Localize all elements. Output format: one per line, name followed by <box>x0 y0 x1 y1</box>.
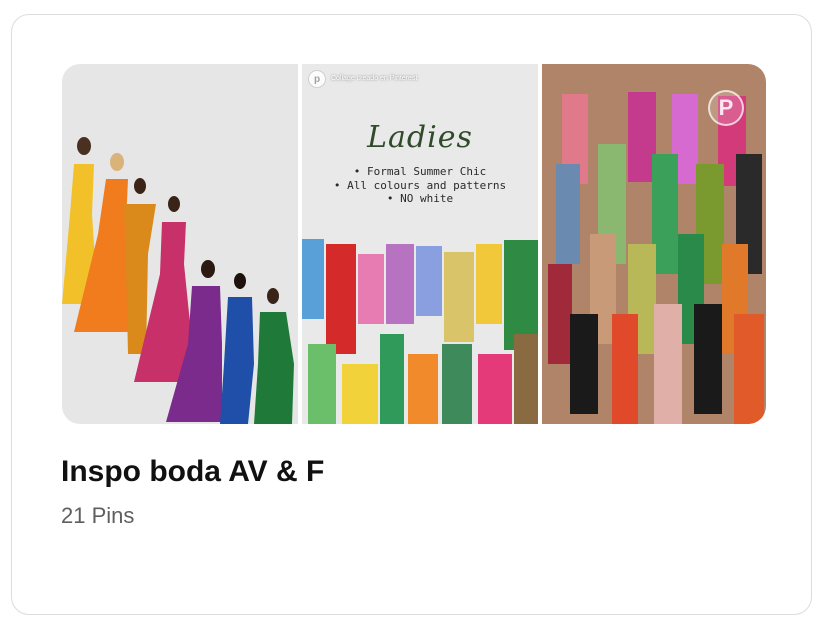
board-card[interactable]: p Collage creado en Pinterest Ladies • F… <box>11 14 812 615</box>
collage-image-ladies-dress-code: p Collage creado en Pinterest Ladies • F… <box>302 64 538 424</box>
collage-image-silk-dresses: P <box>542 64 766 424</box>
board-title[interactable]: Inspo boda AV & F <box>61 455 324 489</box>
pin-count: 21 Pins <box>61 503 135 528</box>
collage-image-rainbow-dresses <box>62 64 298 424</box>
pinterest-logo-icon: P <box>708 90 744 126</box>
board-cover-collage[interactable]: p Collage creado en Pinterest Ladies • F… <box>62 64 766 424</box>
